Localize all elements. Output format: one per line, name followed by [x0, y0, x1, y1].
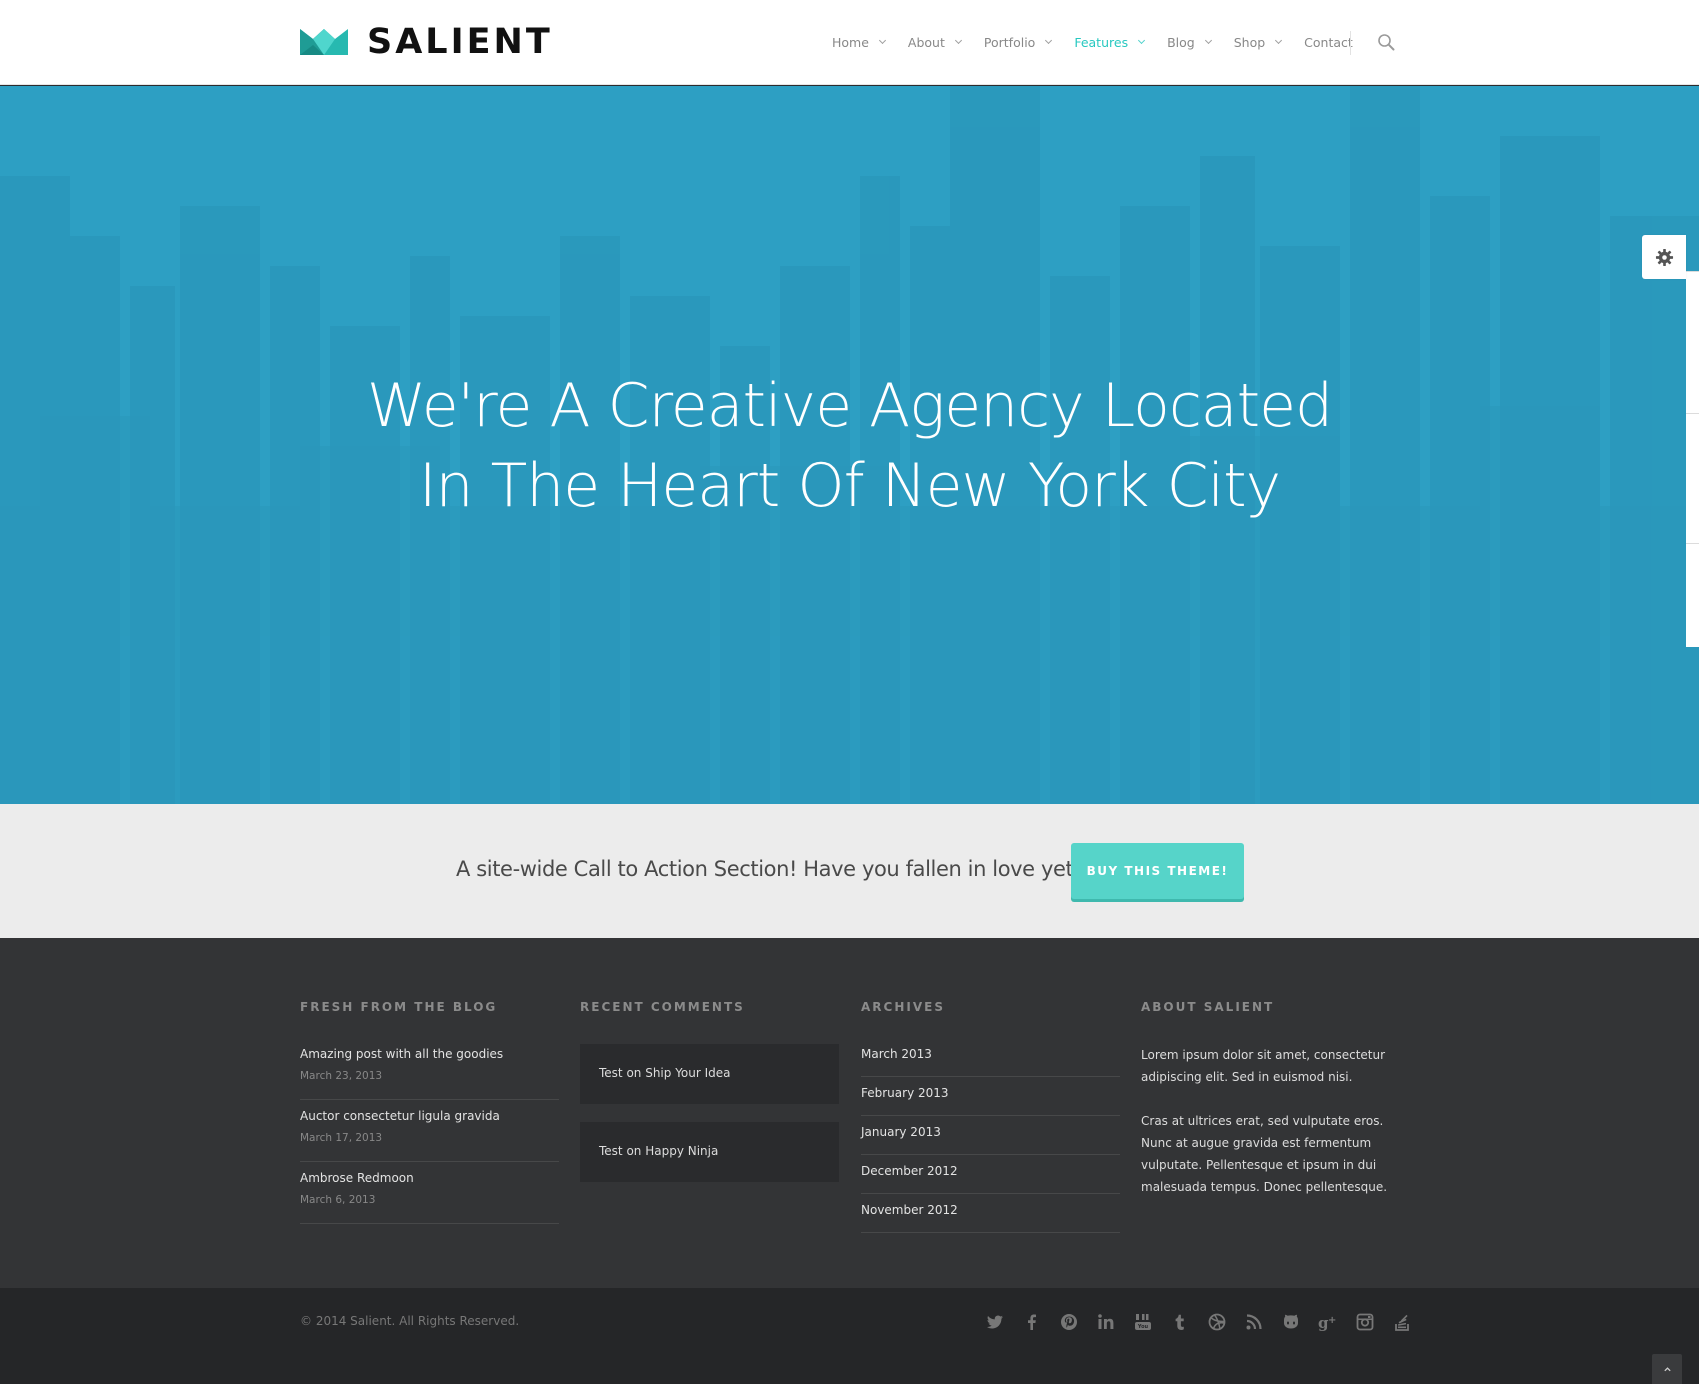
- google-plus-icon[interactable]: g +: [1318, 1312, 1338, 1332]
- blog-post-title[interactable]: Amazing post with all the goodies: [300, 1047, 503, 1061]
- search-icon[interactable]: [1377, 33, 1395, 51]
- chevron-down-icon: [878, 36, 886, 44]
- social-links: You g +: [985, 1312, 1429, 1332]
- hero-heading-line2: In The Heart Of New York City: [418, 451, 1281, 521]
- archive-link[interactable]: February 2013: [861, 1086, 949, 1100]
- pinterest-icon[interactable]: [1059, 1312, 1079, 1332]
- nav-label: Blog: [1167, 34, 1195, 50]
- blog-post-date: March 23, 2013: [300, 1070, 383, 1082]
- archive-item: January 2013: [861, 1116, 1120, 1155]
- blog-post-date: March 6, 2013: [300, 1194, 376, 1206]
- side-panel-divider: [1686, 543, 1699, 544]
- twitter-icon[interactable]: [985, 1312, 1005, 1332]
- instagram-icon[interactable]: [1355, 1312, 1375, 1332]
- archive-item: March 2013: [861, 1038, 1120, 1077]
- nav-label: Contact: [1304, 34, 1353, 50]
- nav-item-about[interactable]: About: [907, 34, 962, 50]
- nav-label: Portfolio: [983, 34, 1036, 50]
- hero-section: We're A Creative Agency Located In The H…: [0, 86, 1699, 804]
- archive-item: February 2013: [861, 1077, 1120, 1116]
- tumblr-icon[interactable]: [1170, 1312, 1190, 1332]
- blog-post-item: Ambrose Redmoon March 6, 2013: [300, 1162, 559, 1224]
- buy-theme-button[interactable]: BUY THIS THEME!: [1071, 843, 1244, 899]
- facebook-icon[interactable]: [1022, 1312, 1042, 1332]
- widget-title: RECENT COMMENTS: [580, 1000, 745, 1014]
- footer-widgets: FRESH FROM THE BLOG Amazing post with al…: [0, 938, 1699, 1288]
- github-icon[interactable]: [1281, 1312, 1301, 1332]
- svg-text:You: You: [1137, 1324, 1149, 1330]
- blog-post-item: Amazing post with all the goodies March …: [300, 1038, 559, 1100]
- chevron-up-icon: [1663, 1366, 1671, 1371]
- archive-item: December 2012: [861, 1155, 1120, 1194]
- settings-gear-button[interactable]: [1642, 235, 1686, 279]
- comment-link[interactable]: Test on Ship Your Idea: [599, 1066, 731, 1080]
- nav-item-contact[interactable]: Contact: [1304, 35, 1353, 50]
- nav-label: Home: [832, 34, 869, 50]
- about-paragraph: Cras at ultrices erat, sed vulputate ero…: [1141, 1114, 1388, 1194]
- nav-item-portfolio[interactable]: Portfolio: [983, 34, 1053, 50]
- side-panel-divider: [1686, 413, 1699, 414]
- main-nav: Home About Portfolio Features Blog Shop …: [832, 32, 1376, 52]
- stackexchange-icon[interactable]: [1392, 1312, 1412, 1332]
- archive-link[interactable]: November 2012: [861, 1203, 958, 1217]
- crown-logo-icon: [300, 29, 348, 55]
- call-to-action-section: A site-wide Call to Action Section! Have…: [0, 804, 1699, 938]
- footer-bottom-bar: © 2014 Salient. All Rights Reserved. You…: [0, 1288, 1699, 1384]
- widget-title: ARCHIVES: [861, 1000, 945, 1014]
- hero-heading-line1: We're A Creative Agency Located: [366, 371, 1333, 441]
- site-logo[interactable]: SALIENT: [300, 22, 553, 62]
- site-header: SALIENT Home About Portfolio Features Bl…: [0, 0, 1699, 85]
- back-to-top-button[interactable]: [1652, 1354, 1682, 1384]
- comment-item: Test on Ship Your Idea: [580, 1044, 839, 1104]
- youtube-icon[interactable]: You: [1133, 1312, 1153, 1332]
- archive-link[interactable]: December 2012: [861, 1164, 958, 1178]
- dribbble-icon[interactable]: [1207, 1312, 1227, 1332]
- nav-item-features[interactable]: Features: [1074, 34, 1146, 50]
- comment-link[interactable]: Test on Happy Ninja: [599, 1144, 718, 1158]
- chevron-down-icon: [1275, 36, 1283, 44]
- blog-post-item: Auctor consectetur ligula gravida March …: [300, 1100, 559, 1162]
- nav-item-home[interactable]: Home: [832, 34, 886, 50]
- side-panel: [1686, 271, 1699, 647]
- rss-icon[interactable]: [1244, 1312, 1264, 1332]
- blog-post-date: March 17, 2013: [300, 1132, 383, 1144]
- nav-label: Shop: [1233, 34, 1266, 50]
- nav-label: Features: [1074, 34, 1129, 50]
- logo-text: SALIENT: [367, 22, 553, 62]
- chevron-down-icon: [1204, 36, 1212, 44]
- copyright-text: © 2014 Salient. All Rights Reserved.: [300, 1314, 520, 1328]
- blog-post-title[interactable]: Auctor consectetur ligula gravida: [300, 1109, 500, 1123]
- chevron-down-icon: [954, 36, 962, 44]
- archive-item: November 2012: [861, 1194, 1120, 1233]
- widget-title: ABOUT SALIENT: [1141, 1000, 1275, 1014]
- nav-divider: [1350, 31, 1351, 55]
- blog-post-title[interactable]: Ambrose Redmoon: [300, 1171, 414, 1185]
- gear-icon: [1655, 248, 1673, 266]
- nav-item-blog[interactable]: Blog: [1167, 34, 1212, 50]
- nav-label: About: [907, 34, 945, 50]
- chevron-down-icon: [1045, 36, 1053, 44]
- svg-text:+: +: [1328, 1315, 1336, 1326]
- about-paragraph: Lorem ipsum dolor sit amet, consectetur …: [1141, 1048, 1386, 1084]
- comment-item: Test on Happy Ninja: [580, 1122, 839, 1182]
- nav-item-shop[interactable]: Shop: [1233, 34, 1283, 50]
- linkedin-icon[interactable]: [1096, 1312, 1116, 1332]
- widget-title: FRESH FROM THE BLOG: [300, 1000, 498, 1014]
- archive-link[interactable]: March 2013: [861, 1047, 932, 1061]
- chevron-down-icon: [1138, 36, 1146, 44]
- archive-link[interactable]: January 2013: [861, 1125, 941, 1139]
- side-panel-divider: [1686, 271, 1699, 272]
- cta-text: A site-wide Call to Action Section! Have…: [456, 857, 1085, 881]
